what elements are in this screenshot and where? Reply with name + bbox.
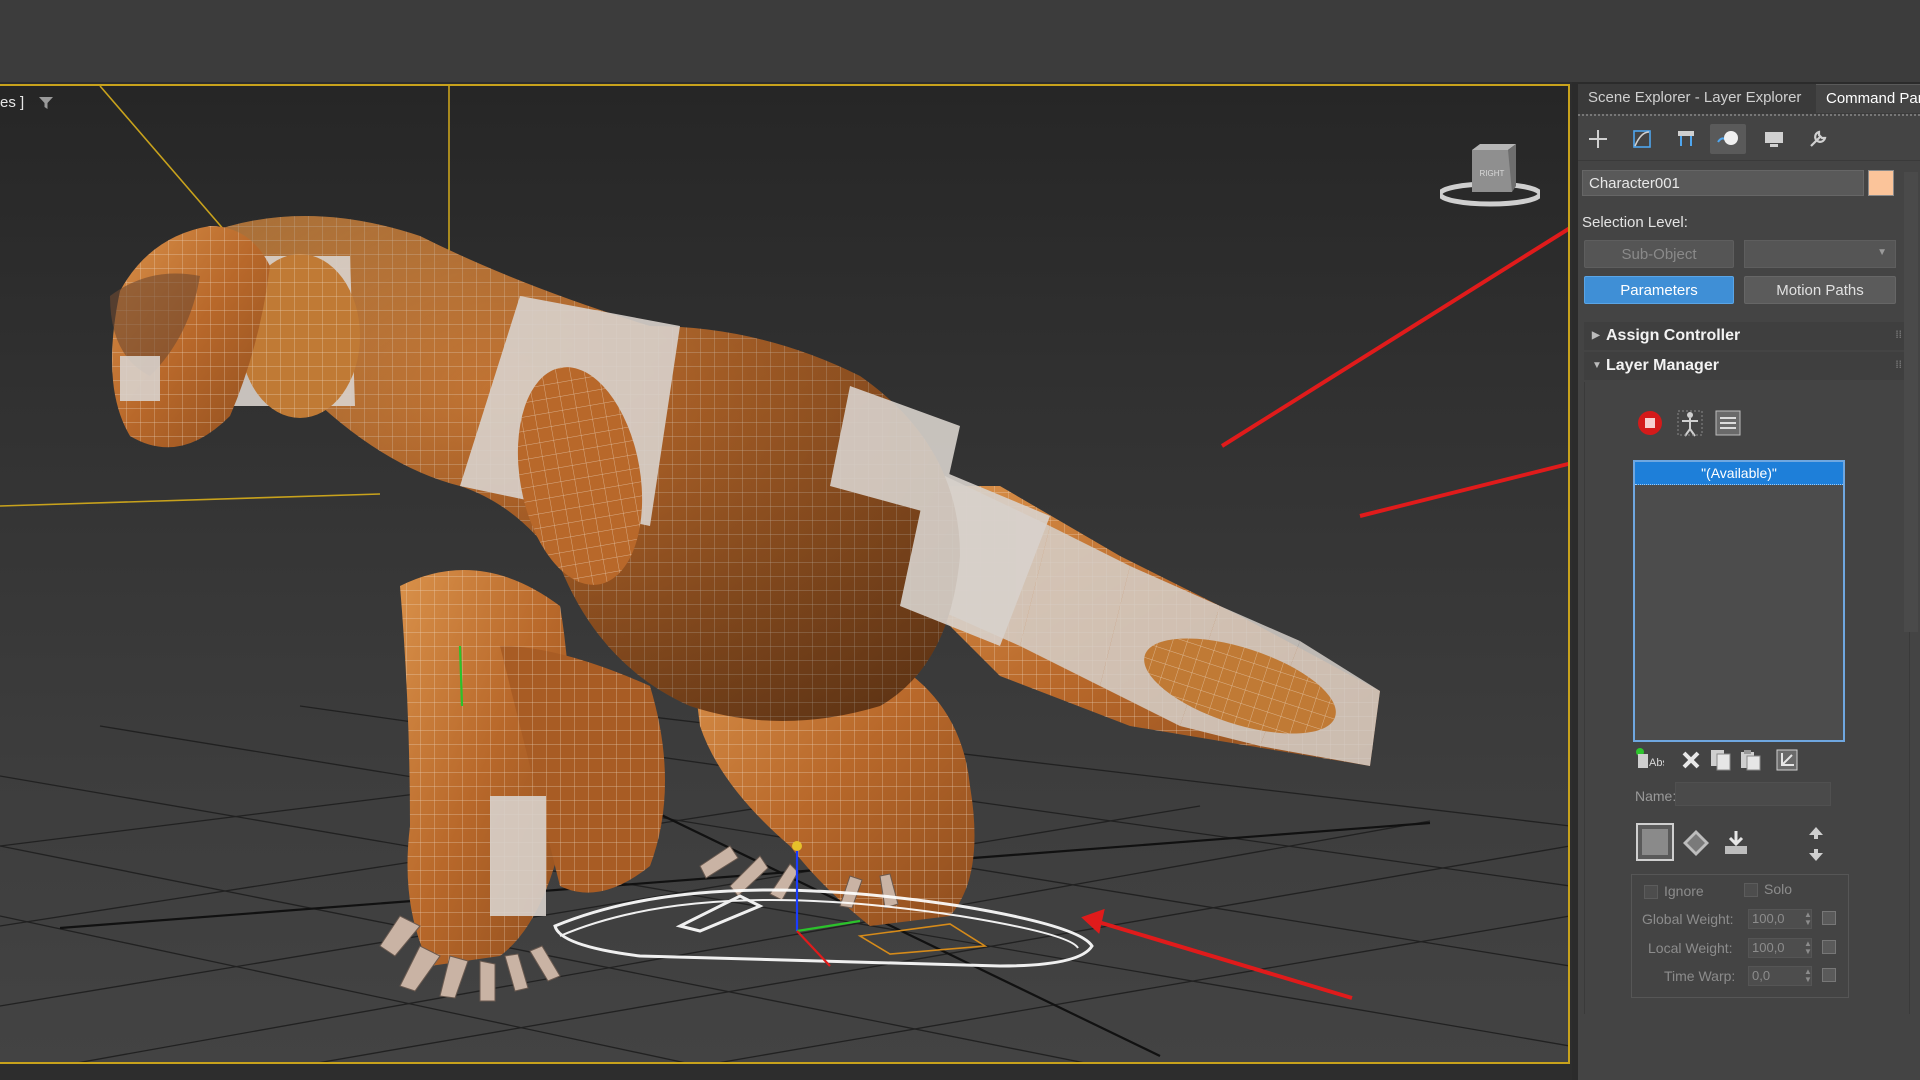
add-animation-layer-icon[interactable]: Abs bbox=[1633, 744, 1665, 776]
layer-manager-body: "(Available)" Abs Name: bbox=[1584, 382, 1910, 1014]
tab-command-panel[interactable]: Command Panel bbox=[1816, 84, 1920, 113]
local-weight-key-button[interactable] bbox=[1822, 940, 1836, 954]
move-layer-down-icon[interactable] bbox=[1799, 844, 1833, 866]
layer-manager-rollout[interactable]: ▼ Layer Manager ⁞⁞ bbox=[1584, 352, 1910, 380]
parameters-button[interactable]: Parameters bbox=[1584, 276, 1734, 304]
grip-icon: ⁞⁞ bbox=[1895, 330, 1902, 341]
panel-tabs: Scene Explorer - Layer Explorer Command … bbox=[1578, 84, 1920, 114]
animation-layer-properties-icon[interactable] bbox=[1711, 406, 1745, 440]
sub-object-dropdown[interactable]: ▼ bbox=[1744, 240, 1896, 268]
panel-scrollbar[interactable] bbox=[1904, 172, 1918, 632]
enable-animation-layers-icon[interactable] bbox=[1633, 406, 1667, 440]
time-warp-label: Time Warp: bbox=[1664, 968, 1736, 984]
layer-item-available[interactable]: "(Available)" bbox=[1635, 462, 1843, 485]
time-warp-key-button[interactable] bbox=[1822, 968, 1836, 982]
select-active-layer-objects-icon[interactable] bbox=[1673, 406, 1707, 440]
global-weight-key-button[interactable] bbox=[1822, 911, 1836, 925]
viewcube-face-label: RIGHT bbox=[1480, 169, 1505, 178]
tab-scene-explorer[interactable]: Scene Explorer - Layer Explorer bbox=[1578, 84, 1816, 112]
assign-controller-rollout[interactable]: ▶ Assign Controller ⁞⁞ bbox=[1584, 322, 1910, 350]
utilities-icon[interactable] bbox=[1800, 124, 1836, 154]
abs-label: Abs bbox=[1649, 757, 1664, 769]
spinner-arrows-icon[interactable]: ▲ ▼ bbox=[1804, 968, 1812, 984]
solo-label: Solo bbox=[1764, 881, 1793, 897]
expanded-triangle-icon: ▼ bbox=[1592, 360, 1602, 371]
object-color-swatch[interactable] bbox=[1868, 170, 1894, 196]
chevron-down-icon: ▼ bbox=[1877, 247, 1887, 258]
main-toolbar-area bbox=[0, 0, 1920, 82]
layer-name-field[interactable] bbox=[1675, 782, 1831, 806]
local-weight-label: Local Weight: bbox=[1648, 940, 1733, 956]
delete-layer-icon[interactable] bbox=[1675, 744, 1707, 776]
hierarchy-icon[interactable] bbox=[1668, 124, 1704, 154]
local-weight-spinner[interactable]: 100,0 bbox=[1748, 938, 1812, 958]
viewcube[interactable]: RIGHT bbox=[1437, 136, 1543, 221]
layer-name-label: Name: bbox=[1635, 788, 1677, 804]
grip-icon: ⁞⁞ bbox=[1895, 360, 1902, 371]
layer-manager-label: Layer Manager bbox=[1606, 357, 1719, 374]
collapse-layer-icon[interactable] bbox=[1771, 744, 1803, 776]
ignore-label: Ignore bbox=[1664, 883, 1704, 899]
save-layer-icon[interactable] bbox=[1719, 826, 1753, 860]
spinner-arrows-icon[interactable]: ▲ ▼ bbox=[1804, 911, 1812, 927]
time-warp-spinner[interactable]: 0,0 bbox=[1748, 966, 1812, 986]
motion-icon[interactable] bbox=[1710, 124, 1746, 154]
global-weight-label: Global Weight: bbox=[1642, 911, 1734, 927]
tabs-divider bbox=[1578, 114, 1920, 116]
toolbar-divider bbox=[1578, 160, 1920, 161]
animation-layer-list[interactable]: "(Available)" bbox=[1633, 460, 1845, 742]
command-panel-toolbar bbox=[1578, 120, 1920, 158]
display-icon[interactable] bbox=[1756, 124, 1792, 154]
selection-level-label: Selection Level: bbox=[1582, 214, 1688, 231]
command-panel: Scene Explorer - Layer Explorer Command … bbox=[1578, 84, 1920, 1080]
paste-layer-icon[interactable] bbox=[1735, 744, 1767, 776]
filter-icon[interactable] bbox=[38, 95, 54, 116]
motion-paths-button[interactable]: Motion Paths bbox=[1744, 276, 1896, 304]
solo-checkbox[interactable] bbox=[1744, 883, 1758, 897]
object-name-field[interactable] bbox=[1582, 170, 1864, 196]
global-weight-spinner[interactable]: 100,0 bbox=[1748, 909, 1812, 929]
assign-controller-label: Assign Controller bbox=[1606, 327, 1741, 344]
ignore-checkbox[interactable] bbox=[1644, 885, 1658, 899]
annotation-arrows bbox=[1081, 226, 1568, 1000]
collapsed-triangle-icon: ▶ bbox=[1592, 330, 1600, 341]
sub-object-button[interactable]: Sub-Object bbox=[1584, 240, 1734, 268]
modify-icon[interactable] bbox=[1624, 124, 1660, 154]
copy-layer-icon[interactable] bbox=[1705, 744, 1737, 776]
viewport-label[interactable]: es ] bbox=[0, 94, 24, 111]
layer-color-swatch[interactable] bbox=[1635, 822, 1675, 862]
scene-render[interactable] bbox=[0, 86, 1570, 1064]
mute-layer-icon[interactable] bbox=[1679, 826, 1713, 860]
move-layer-up-icon[interactable] bbox=[1799, 822, 1833, 844]
perspective-viewport[interactable]: es ] RIGHT bbox=[0, 84, 1570, 1064]
create-icon[interactable] bbox=[1580, 124, 1616, 154]
layer-settings-group: Ignore Solo Global Weight: 100,0 ▲ ▼ Loca… bbox=[1631, 874, 1849, 998]
spinner-arrows-icon[interactable]: ▲ ▼ bbox=[1804, 940, 1812, 956]
